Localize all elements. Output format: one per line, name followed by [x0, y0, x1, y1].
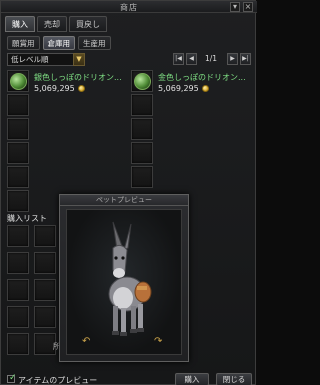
buy-slot[interactable]: [7, 279, 29, 301]
tab-buyback[interactable]: 買戻し: [69, 16, 107, 32]
buy-slot[interactable]: [34, 252, 56, 274]
shop-window: 商店 ▾ × 購入 売却 買戻し 願賞用 倉庫用 生産用 低レベル順 ▼ |◀ …: [0, 0, 257, 385]
main-tabs: 購入 売却 買戻し: [5, 16, 107, 32]
gold-coin-icon: [78, 85, 85, 92]
buy-button[interactable]: 購入: [175, 373, 209, 385]
window-title: 商店: [120, 3, 138, 12]
tab-buy[interactable]: 購入: [5, 16, 35, 32]
item-slot[interactable]: [131, 70, 153, 92]
donkey-pet-icon: [108, 221, 152, 336]
page-indicator: 1/1: [204, 54, 218, 63]
item-slot[interactable]: [7, 118, 29, 140]
item-price: 5,069,295: [34, 84, 75, 93]
last-page-icon[interactable]: ▶|: [240, 53, 251, 65]
buy-slot[interactable]: [34, 225, 56, 247]
preview-label: アイテムのプレビュー: [18, 376, 98, 385]
pet-preview-popup: ペットプレビュー ↶ ↷: [59, 194, 189, 362]
item-price: 5,069,295: [158, 84, 199, 93]
buy-slot[interactable]: [34, 279, 56, 301]
pet-preview-stage[interactable]: [66, 209, 182, 355]
item-slot[interactable]: [7, 70, 29, 92]
close-icon[interactable]: ×: [243, 2, 253, 12]
buy-list-label: 購入リスト: [7, 214, 47, 223]
close-button[interactable]: 閉じる: [216, 373, 252, 385]
gold-coin-icon: [202, 85, 209, 92]
gem-icon: [134, 73, 151, 90]
buy-slot[interactable]: [34, 306, 56, 328]
subtab-crafting[interactable]: 生産用: [78, 36, 111, 50]
item-slot[interactable]: [131, 142, 153, 164]
chevron-down-icon[interactable]: ▼: [73, 53, 85, 66]
category-tabs: 願賞用 倉庫用 生産用: [7, 36, 111, 50]
sort-dropdown[interactable]: 低レベル順: [7, 53, 81, 66]
title-bar[interactable]: 商店 ▾ ×: [1, 1, 257, 13]
rotate-left-icon[interactable]: ↶: [82, 336, 90, 347]
item-name[interactable]: 金色しっぽのドリオン...: [158, 72, 252, 83]
item-slot[interactable]: [7, 190, 29, 212]
preview-checkbox[interactable]: ✓: [7, 373, 17, 383]
buy-slot[interactable]: [7, 333, 29, 355]
popup-title[interactable]: ペットプレビュー: [60, 195, 188, 206]
collapse-icon[interactable]: ▾: [230, 2, 240, 12]
buy-slot[interactable]: [7, 252, 29, 274]
item-name[interactable]: 銀色しっぽのドリオン...: [34, 72, 126, 83]
rotate-right-icon[interactable]: ↷: [154, 336, 162, 347]
item-slot[interactable]: [7, 166, 29, 188]
next-page-icon[interactable]: ▶: [227, 53, 238, 65]
subtab-storage[interactable]: 倉庫用: [42, 36, 75, 50]
tab-sell[interactable]: 売却: [37, 16, 67, 32]
item-slot[interactable]: [131, 166, 153, 188]
checkmark-icon: ✓: [9, 373, 17, 383]
first-page-icon[interactable]: |◀: [173, 53, 184, 65]
item-slot[interactable]: [131, 118, 153, 140]
item-slot[interactable]: [7, 142, 29, 164]
gem-icon: [10, 73, 27, 90]
subtab-cosmetic[interactable]: 願賞用: [7, 36, 40, 50]
item-slot[interactable]: [7, 94, 29, 116]
buy-slot[interactable]: [7, 306, 29, 328]
buy-slot[interactable]: [7, 225, 29, 247]
item-slot[interactable]: [131, 94, 153, 116]
prev-page-icon[interactable]: ◀: [186, 53, 197, 65]
